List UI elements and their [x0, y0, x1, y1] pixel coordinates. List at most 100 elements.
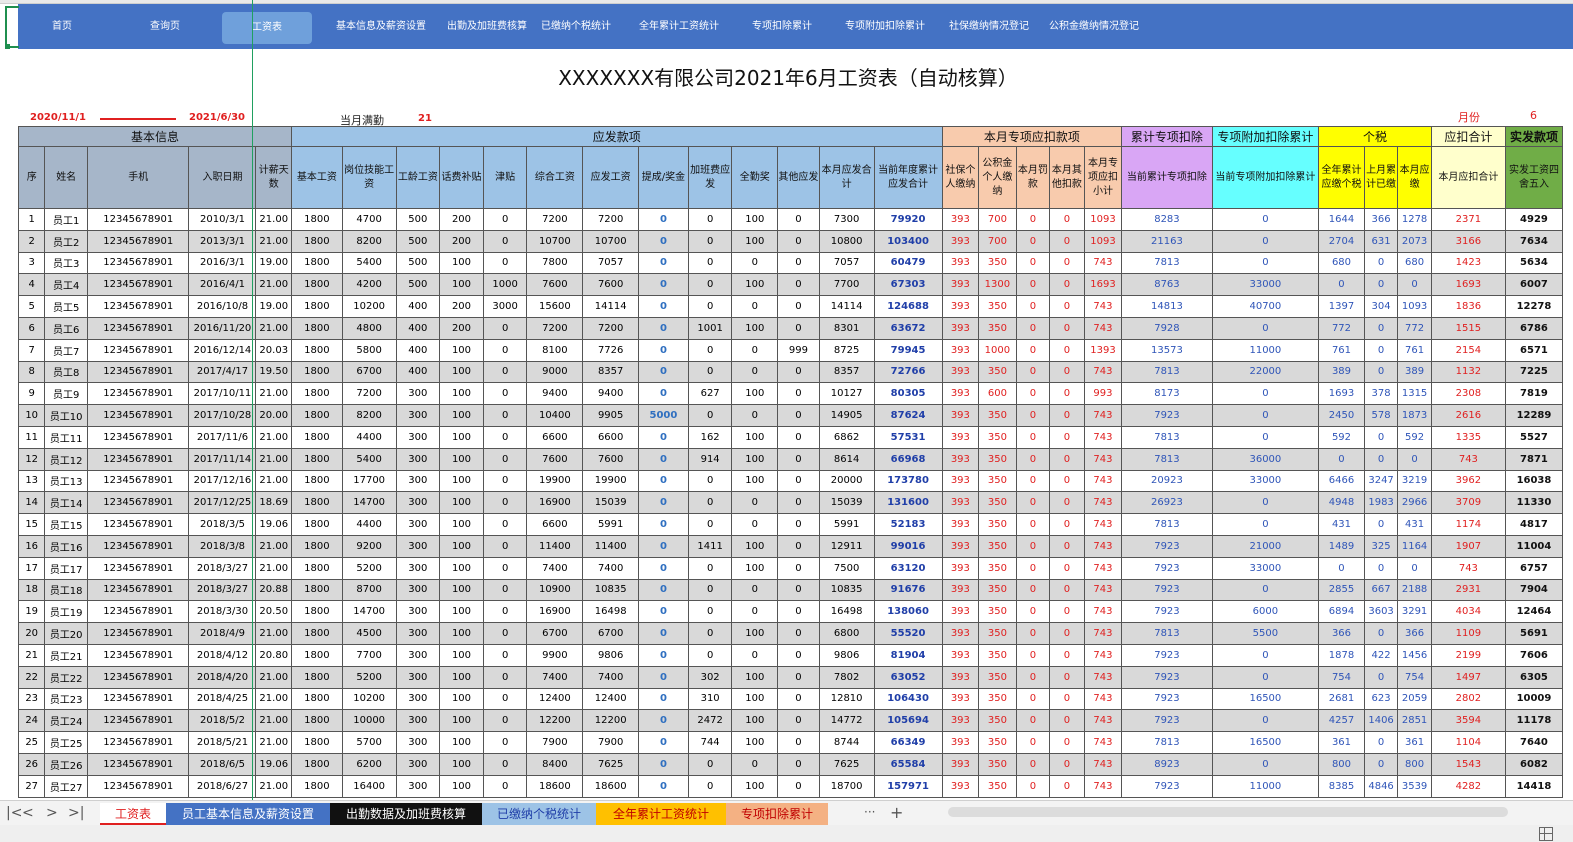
table-cell[interactable]: 10900: [526, 578, 584, 602]
sheet-tab-special-deduction[interactable]: 专项扣除累计: [726, 803, 828, 825]
table-cell[interactable]: 400: [395, 295, 441, 318]
table-cell[interactable]: 1800: [291, 687, 343, 711]
table-cell[interactable]: 1132: [1430, 360, 1506, 384]
column-header[interactable]: 工龄工资: [395, 146, 441, 209]
table-cell[interactable]: 7600: [582, 273, 640, 297]
table-cell[interactable]: 0: [482, 774, 528, 798]
table-cell[interactable]: 100: [731, 316, 779, 340]
table-cell[interactable]: 2472: [687, 709, 733, 733]
table-cell[interactable]: 12345678901: [86, 665, 190, 689]
table-cell[interactable]: 2018/4/12: [188, 643, 257, 667]
table-cell[interactable]: 2199: [1430, 643, 1506, 667]
table-cell[interactable]: 0: [777, 251, 820, 275]
table-cell[interactable]: 500: [395, 251, 441, 275]
table-cell[interactable]: 员工25: [44, 731, 88, 754]
table-cell[interactable]: 0: [1211, 643, 1320, 667]
table-cell[interactable]: 162: [687, 425, 733, 449]
table-cell[interactable]: 0: [1015, 600, 1051, 624]
table-cell[interactable]: 300: [395, 447, 441, 471]
table-cell[interactable]: 5500: [1211, 622, 1320, 645]
table-cell[interactable]: 7640: [1504, 731, 1563, 754]
table-cell[interactable]: 1800: [291, 251, 343, 275]
table-cell[interactable]: 15: [18, 513, 46, 536]
table-cell[interactable]: 0: [1211, 578, 1320, 602]
table-cell[interactable]: 2851: [1397, 709, 1432, 733]
table-cell[interactable]: 7700: [341, 643, 397, 667]
table-cell[interactable]: 6800: [818, 622, 875, 645]
table-cell[interactable]: 627: [687, 382, 733, 406]
table-cell[interactable]: 0: [638, 360, 689, 384]
table-cell[interactable]: 员工12: [44, 447, 88, 471]
table-cell[interactable]: 0: [638, 709, 689, 733]
table-cell[interactable]: 1800: [291, 556, 343, 580]
table-cell[interactable]: 12345678901: [86, 360, 190, 384]
table-cell[interactable]: 744: [687, 731, 733, 754]
column-header[interactable]: 本月应缴: [1397, 146, 1432, 209]
table-cell[interactable]: 2154: [1430, 338, 1506, 362]
table-cell[interactable]: 0: [731, 578, 779, 602]
table-cell[interactable]: 7600: [526, 273, 584, 297]
table-cell[interactable]: 12345678901: [86, 295, 190, 318]
table-cell[interactable]: 87624: [873, 404, 943, 427]
table-cell[interactable]: 8385: [1318, 774, 1365, 798]
table-cell[interactable]: 10009: [1504, 687, 1563, 711]
table-cell[interactable]: 7813: [1121, 360, 1213, 384]
table-cell[interactable]: 7057: [818, 251, 875, 275]
table-cell[interactable]: 300: [395, 709, 441, 733]
table-cell[interactable]: 6700: [582, 622, 640, 645]
table-cell[interactable]: 0: [1049, 513, 1085, 536]
table-cell[interactable]: 325: [1363, 534, 1399, 558]
table-cell[interactable]: 350: [978, 251, 1017, 275]
table-cell[interactable]: 8725: [818, 338, 875, 362]
normal-view-icon[interactable]: [1539, 827, 1553, 841]
table-cell[interactable]: 2018/4/20: [188, 665, 257, 689]
table-cell[interactable]: 393: [941, 600, 980, 624]
table-cell[interactable]: 7200: [341, 382, 397, 406]
table-cell[interactable]: 19.00: [255, 251, 293, 275]
table-cell[interactable]: 4200: [341, 273, 397, 297]
table-cell[interactable]: 员工20: [44, 622, 88, 645]
table-cell[interactable]: 0: [1049, 469, 1085, 493]
table-cell[interactable]: 员工4: [44, 273, 88, 297]
table-cell[interactable]: 13: [18, 469, 46, 493]
table-cell[interactable]: 13573: [1121, 338, 1213, 362]
nav-special-deduction[interactable]: 专项扣除累计: [748, 4, 816, 49]
table-cell[interactable]: 124688: [873, 295, 943, 318]
table-cell[interactable]: 0: [1363, 665, 1399, 689]
table-cell[interactable]: 4800: [341, 316, 397, 340]
table-cell[interactable]: 1800: [291, 709, 343, 733]
table-cell[interactable]: 65584: [873, 752, 943, 776]
table-cell[interactable]: 389: [1318, 360, 1365, 384]
table-cell[interactable]: 0: [777, 208, 820, 231]
table-cell[interactable]: 743: [1083, 469, 1123, 493]
table-cell[interactable]: 0: [777, 382, 820, 406]
table-cell[interactable]: 1800: [291, 731, 343, 754]
table-cell[interactable]: 4929: [1504, 208, 1563, 231]
table-cell[interactable]: 0: [1049, 534, 1085, 558]
table-cell[interactable]: 0: [482, 687, 528, 711]
table-cell[interactable]: 7813: [1121, 251, 1213, 275]
table-cell[interactable]: 66968: [873, 447, 943, 471]
table-cell[interactable]: 157971: [873, 774, 943, 798]
table-cell[interactable]: 21000: [1211, 534, 1320, 558]
table-cell[interactable]: 0: [687, 360, 733, 384]
table-cell[interactable]: 1093: [1397, 295, 1432, 318]
table-cell[interactable]: 7923: [1121, 534, 1213, 558]
table-cell[interactable]: 0: [1015, 534, 1051, 558]
column-header[interactable]: 基本工资: [291, 146, 343, 209]
table-cell[interactable]: 5200: [341, 556, 397, 580]
column-header[interactable]: 当前专项附加扣除累计: [1211, 146, 1320, 209]
table-cell[interactable]: 592: [1397, 425, 1432, 449]
table-cell[interactable]: 300: [395, 622, 441, 645]
table-cell[interactable]: 0: [687, 229, 733, 253]
table-cell[interactable]: 0: [1015, 469, 1051, 493]
table-cell[interactable]: 200: [439, 229, 484, 253]
table-cell[interactable]: 7: [18, 338, 46, 362]
table-cell[interactable]: 8614: [818, 447, 875, 471]
table-cell[interactable]: 12345678901: [86, 578, 190, 602]
table-cell[interactable]: 0: [1049, 556, 1085, 580]
table-cell[interactable]: 400: [395, 338, 441, 362]
table-cell[interactable]: 0: [1363, 360, 1399, 384]
table-cell[interactable]: 100: [731, 425, 779, 449]
table-cell[interactable]: 7923: [1121, 709, 1213, 733]
